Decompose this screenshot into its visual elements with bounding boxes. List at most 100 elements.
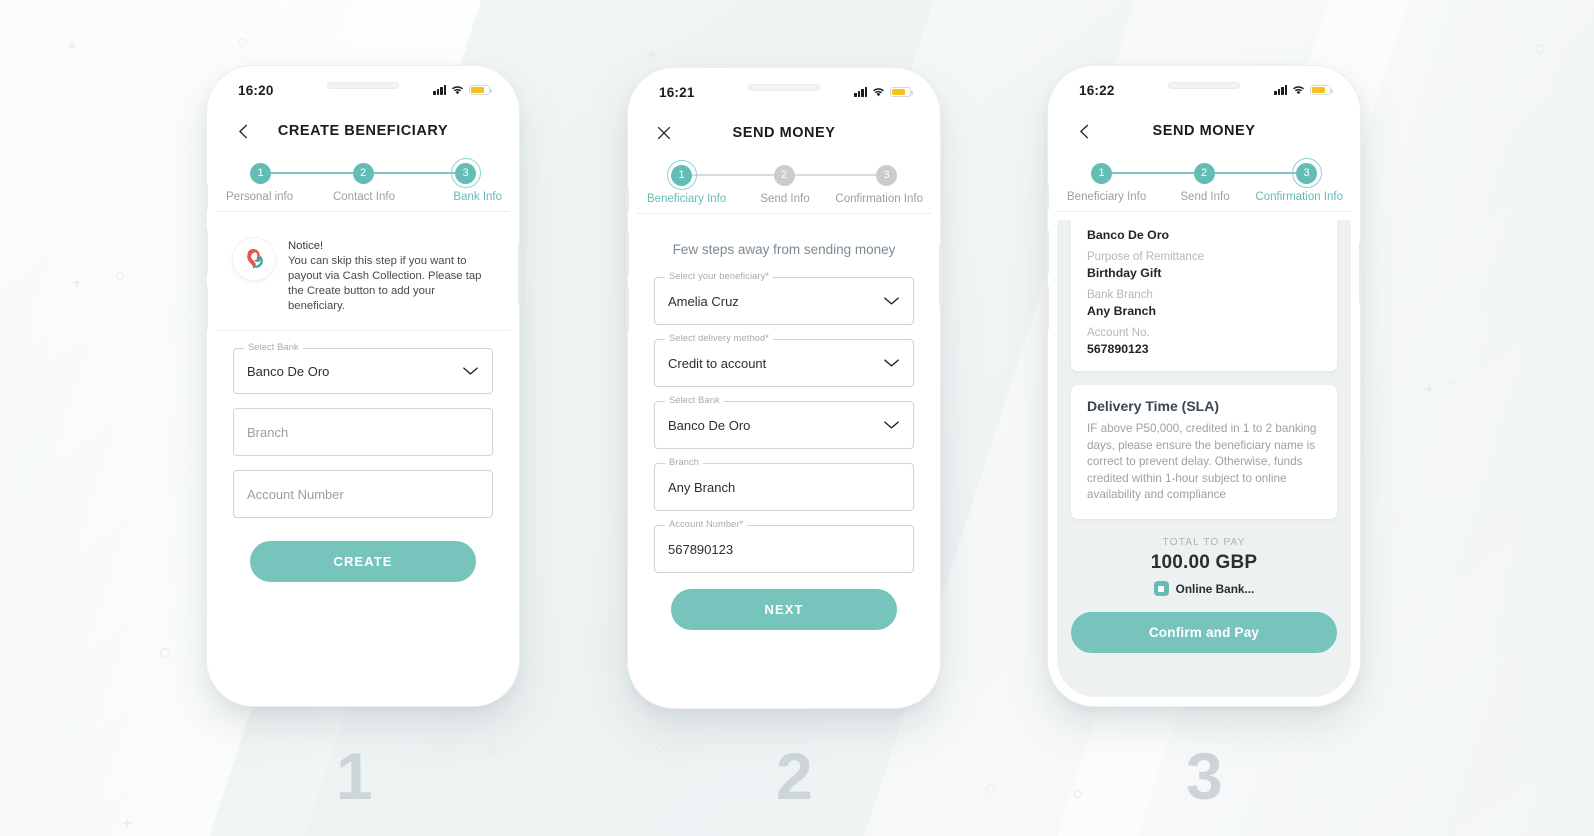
confirm-and-pay-button[interactable]: Confirm and Pay — [1071, 612, 1337, 654]
app-body[interactable]: Banco De Oro Purpose of Remittance Birth… — [1057, 220, 1351, 697]
app-body: Few steps away from sending money Select… — [637, 222, 931, 699]
phone-side-button — [518, 242, 521, 304]
back-chevron-icon[interactable] — [1071, 118, 1097, 144]
battery-icon — [1310, 84, 1333, 96]
delivery-time-card: Delivery Time (SLA) IF above P50,000, cr… — [1071, 385, 1337, 520]
field-placeholder: Branch — [247, 424, 289, 440]
field-legend: Select Bank — [665, 395, 724, 405]
field-legend: Account Number* — [665, 519, 748, 529]
total-label: TOTAL TO PAY — [1162, 537, 1246, 549]
lead-text: Few steps away from sending money — [672, 242, 896, 257]
title-row: SEND MONEY — [637, 113, 931, 153]
step-dot-1[interactable]: 1 — [250, 162, 271, 184]
decorative-plus-icon: + — [1424, 380, 1434, 399]
select-beneficiary-field[interactable]: Select your beneficiary* Amelia Cruz — [654, 271, 914, 325]
back-chevron-icon[interactable] — [230, 118, 256, 144]
cellular-signal-icon — [1274, 85, 1287, 96]
step-dot-3[interactable]: 3 — [450, 158, 481, 188]
decorative-circle-icon — [238, 38, 247, 47]
stepper: 1 2 3 Beneficiary Info Send Info Confirm… — [637, 153, 931, 222]
phone-side-button — [1359, 242, 1362, 304]
chevron-down-icon[interactable] — [883, 296, 900, 306]
app-header: SEND MONEY 1 2 3 Beneficiary Info Send I… — [1057, 105, 1351, 220]
decorative-circle-icon — [1074, 790, 1082, 798]
notice-body: You can skip this step if you want to pa… — [288, 255, 482, 313]
summary-bank-value: Banco De Oro — [1087, 228, 1169, 242]
create-button[interactable]: CREATE — [250, 541, 476, 583]
wifi-icon — [1292, 85, 1305, 95]
step-label-2: Send Info — [1180, 191, 1230, 203]
step-track: 1 2 3 — [1091, 158, 1322, 188]
step-dot-3[interactable]: 3 — [876, 164, 897, 186]
delivery-time-title: Delivery Time (SLA) — [1087, 398, 1220, 414]
branch-field[interactable]: Branch Any Branch — [654, 457, 914, 511]
speaker-grille-icon — [748, 84, 820, 91]
summary-row-value: Birthday Gift — [1087, 266, 1162, 280]
phone-side-button — [1046, 230, 1049, 274]
decorative-plus-icon: + — [122, 814, 132, 833]
step-label-1: Personal info — [226, 191, 294, 203]
app-header: CREATE BENEFICIARY 1 2 3 Personal info C… — [216, 105, 510, 220]
account-number-field[interactable]: Account Number* 567890123 — [654, 519, 914, 573]
online-banking-icon — [1153, 581, 1169, 597]
phone-side-button — [626, 232, 629, 276]
field-legend: Branch — [665, 457, 704, 467]
total-section: TOTAL TO PAY 100.00 GBP Online Bank... — [1071, 533, 1337, 597]
cellular-signal-icon — [854, 87, 867, 98]
decorative-plus-icon: + — [72, 273, 82, 292]
decorative-circle-icon — [1448, 378, 1455, 385]
select-bank-field[interactable]: Select Bank Banco De Oro — [654, 395, 914, 449]
account-number-field[interactable]: Account Number — [233, 470, 493, 519]
chevron-down-icon[interactable] — [883, 420, 900, 430]
phone-side-button — [626, 288, 629, 332]
app-body: Notice! You can skip this step if you wa… — [216, 220, 510, 697]
decorative-circle-icon — [1536, 44, 1545, 53]
close-x-icon[interactable] — [651, 120, 677, 146]
payment-method[interactable]: Online Bank... — [1071, 581, 1337, 597]
status-clock: 16:22 — [1079, 82, 1115, 98]
step-dot-2[interactable]: 2 — [773, 164, 795, 186]
app-logo-icon — [233, 238, 275, 280]
step-dot-2[interactable]: 2 — [1193, 162, 1215, 184]
field-value: Amelia Cruz — [668, 293, 739, 309]
phone-send-money-step3: 16:22 SEND MONEY 1 2 3 Beneficiary Info … — [1046, 66, 1362, 706]
field-legend: Select delivery method* — [665, 333, 773, 343]
decorative-circle-icon — [488, 748, 495, 755]
phone-side-button — [626, 186, 629, 212]
app-header: SEND MONEY 1 2 3 Beneficiary Info Send I… — [637, 107, 931, 222]
select-bank-field[interactable]: Select Bank Banco De Oro — [233, 342, 493, 395]
stepper: 1 2 3 Personal info Contact Info Bank In… — [216, 151, 510, 220]
summary-row-label: Account No. — [1087, 327, 1150, 339]
summary-card: Banco De Oro Purpose of Remittance Birth… — [1071, 220, 1337, 371]
status-icons — [1274, 84, 1333, 96]
decorative-plus-icon: + — [67, 37, 77, 56]
status-bar: 16:20 — [216, 75, 510, 105]
step-dot-2[interactable]: 2 — [352, 162, 374, 184]
title-row: CREATE BENEFICIARY — [216, 111, 510, 151]
step-label-1: Beneficiary Info — [1067, 191, 1147, 203]
field-value: Any Branch — [668, 479, 736, 495]
cellular-signal-icon — [433, 85, 446, 96]
step-dot-1[interactable]: 1 — [1091, 162, 1112, 184]
screenshot-stage: + + + + + 1 2 3 16:20 CREATE BENEFICIARY… — [0, 0, 1594, 836]
status-bar: 16:21 — [637, 77, 931, 107]
step-label-1: Beneficiary Info — [647, 193, 727, 205]
step-dots: 1 2 3 — [1091, 158, 1322, 188]
decorative-circle-icon — [160, 648, 170, 658]
step-label-3: Bank Info — [453, 191, 502, 203]
select-delivery-method-field[interactable]: Select delivery method* Credit to accoun… — [654, 333, 914, 387]
chevron-down-icon[interactable] — [462, 366, 479, 376]
step-dot-3[interactable]: 3 — [1291, 158, 1322, 188]
phone-screen: 16:21 SEND MONEY 1 2 3 Beneficiary Info … — [637, 77, 931, 699]
step-track: 1 2 3 — [250, 158, 481, 188]
branch-field[interactable]: Branch — [233, 408, 493, 457]
delivery-time-text: IF above P50,000, credited in 1 to 2 ban… — [1087, 422, 1317, 502]
payment-method-label: Online Bank... — [1175, 581, 1255, 596]
phone-side-button — [939, 244, 942, 306]
status-clock: 16:20 — [238, 82, 274, 98]
next-button[interactable]: NEXT — [671, 589, 897, 630]
step-dot-1[interactable]: 1 — [666, 160, 697, 190]
field-value: Credit to account — [668, 355, 767, 371]
chevron-down-icon[interactable] — [883, 358, 900, 368]
status-icons — [854, 86, 913, 98]
